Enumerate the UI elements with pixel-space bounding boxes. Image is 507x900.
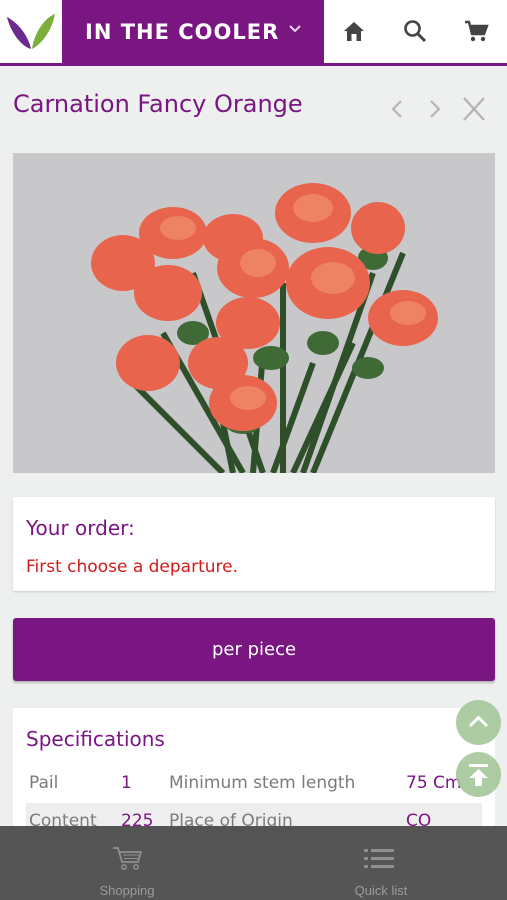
order-error-message: First choose a departure. — [26, 557, 239, 577]
logo-leaf-icon — [7, 14, 55, 49]
spec-value: 75 Cm — [406, 773, 462, 793]
nav-quick-list[interactable]: Quick list — [254, 826, 507, 900]
order-label: Your order: — [26, 516, 135, 540]
previous-arrow-icon[interactable] — [384, 95, 410, 123]
nav-shopping[interactable]: Shopping — [0, 826, 254, 900]
product-image — [13, 153, 495, 473]
shopping-cart-icon — [113, 847, 143, 870]
next-arrow-icon[interactable] — [422, 95, 448, 123]
carnation-illustration — [13, 153, 495, 473]
list-icon — [364, 849, 394, 868]
store-selector[interactable]: IN THE COOLER — [62, 0, 324, 63]
search-icon[interactable] — [401, 17, 429, 45]
chevron-down-icon — [289, 25, 301, 33]
cart-icon[interactable] — [462, 17, 490, 45]
product-title: Carnation Fancy Orange — [13, 90, 303, 118]
nav-shopping-label: Shopping — [99, 883, 155, 898]
nav-quick-list-label: Quick list — [354, 883, 408, 898]
arrow-to-top-icon — [469, 764, 488, 786]
order-card: Your order: First choose a departure. — [13, 497, 495, 591]
logo[interactable] — [0, 0, 62, 63]
specifications-title: Specifications — [26, 727, 165, 751]
bottom-navigation: Shopping Quick list — [0, 826, 507, 900]
spec-key: Minimum stem length — [169, 773, 356, 793]
close-icon[interactable] — [461, 95, 487, 123]
chevron-up-icon — [468, 715, 489, 728]
scroll-to-top-button[interactable] — [456, 752, 501, 797]
spec-key: Pail — [29, 773, 59, 793]
spec-value: 1 — [121, 773, 132, 793]
scroll-up-button[interactable] — [456, 700, 501, 745]
spec-row: Pail 1 Minimum stem length 75 Cm — [26, 765, 482, 803]
home-icon[interactable] — [340, 17, 368, 45]
per-piece-button[interactable]: per piece — [13, 618, 495, 681]
store-title: IN THE COOLER — [85, 19, 280, 44]
specifications-card: Specifications Pail 1 Minimum stem lengt… — [13, 708, 495, 838]
app-header: IN THE COOLER — [0, 0, 507, 66]
